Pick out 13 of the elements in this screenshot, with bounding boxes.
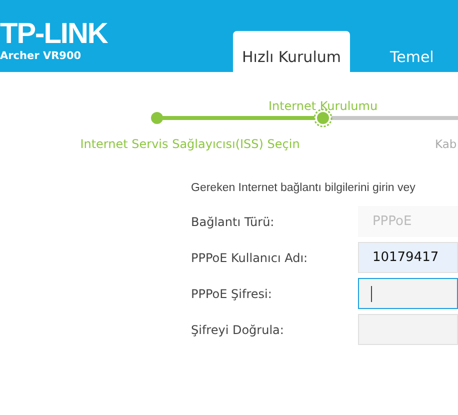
logo: TP-LINK bbox=[0, 20, 108, 48]
step-label: Kab bbox=[435, 137, 457, 151]
nav-tab[interactable]: Hızlı Kurulum bbox=[233, 31, 350, 72]
model-name: Archer VR900 bbox=[0, 50, 82, 62]
step-label: Internet Servis Sağlayıcısı(ISS) Seçin bbox=[80, 137, 300, 151]
field-label: Şifreyi Doğrula: bbox=[191, 322, 285, 336]
field-label: PPPoE Şifresi: bbox=[191, 286, 273, 300]
field-label: PPPoE Kullanıcı Adı: bbox=[191, 250, 309, 264]
instruction-text: Gereken Internet bağlantı bilgilerini girin vey bbox=[191, 182, 416, 194]
step-label: Internet Kurulumu bbox=[268, 99, 378, 113]
input-field[interactable] bbox=[358, 278, 458, 309]
field-label: Bağlantı Türü: bbox=[191, 214, 276, 228]
input-field[interactable]: 10179417 bbox=[358, 242, 458, 273]
